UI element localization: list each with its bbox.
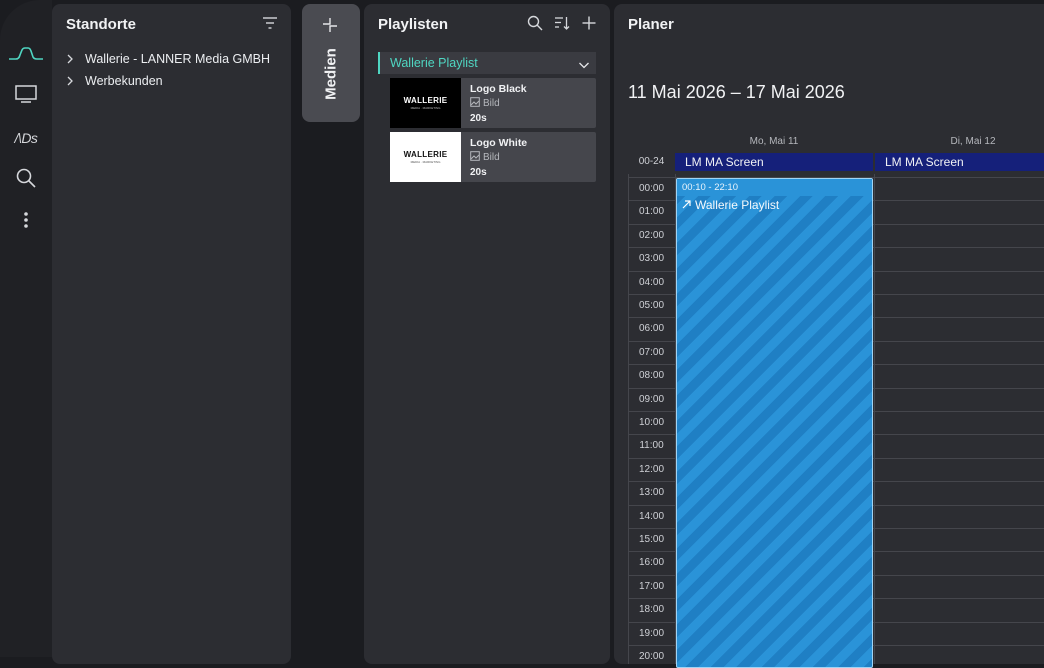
rail-item-more[interactable] bbox=[0, 208, 52, 236]
thumbnail-sub-text: MEDIA · MARKETING bbox=[410, 160, 441, 164]
playlist-name: Wallerie Playlist bbox=[390, 56, 478, 70]
hour-label: 03:00 bbox=[638, 253, 665, 265]
chevron-right-icon bbox=[66, 54, 80, 64]
event-title: Wallerie Playlist bbox=[695, 198, 780, 212]
tree-item-wallerie[interactable]: Wallerie - LANNER Media GMBH bbox=[66, 52, 270, 66]
chevron-down-icon[interactable] bbox=[578, 57, 590, 75]
filter-icon[interactable] bbox=[262, 16, 278, 35]
hour-label: 14:00 bbox=[638, 510, 665, 522]
hour-label: 08:00 bbox=[638, 370, 665, 382]
thumbnail-image: WALLERIE MEDIA · MARKETING bbox=[390, 78, 461, 128]
standorte-panel: Standorte Wallerie - LANNER Media GMBH W… bbox=[52, 4, 291, 664]
hour-label: 05:00 bbox=[638, 300, 665, 311]
playlisten-panel: Playlisten Wallerie Playlist WALLERIE ME… bbox=[364, 4, 610, 664]
search-icon bbox=[15, 167, 37, 194]
standorte-title: Standorte bbox=[66, 16, 137, 33]
schedule-event[interactable]: 00:10 - 22:10 Wallerie Playlist bbox=[676, 178, 873, 668]
thumbnail-image: WALLERIE MEDIA · MARKETING bbox=[390, 132, 461, 182]
hour-label: 07:00 bbox=[638, 346, 665, 358]
media-type: Bild bbox=[470, 151, 500, 164]
playlisten-title: Playlisten bbox=[378, 16, 449, 33]
image-icon bbox=[470, 97, 480, 110]
arrow-up-right-icon bbox=[682, 198, 691, 212]
rail-item-search[interactable] bbox=[0, 166, 52, 194]
media-duration: 20s bbox=[470, 113, 487, 124]
thumbnail-logo-text: WALLERIE bbox=[403, 96, 448, 105]
medien-panel-collapsed[interactable]: Medien bbox=[302, 4, 360, 122]
hour-label: 06:00 bbox=[638, 323, 665, 335]
image-icon bbox=[470, 151, 480, 164]
hour-label: 18:00 bbox=[638, 604, 665, 616]
hour-label: 10:00 bbox=[638, 417, 665, 428]
tree-item-label: Wallerie - LANNER Media GMBH bbox=[85, 52, 270, 66]
add-icon[interactable] bbox=[581, 15, 597, 36]
playlist-header[interactable]: Wallerie Playlist bbox=[378, 52, 596, 74]
media-duration: 20s bbox=[470, 167, 487, 178]
navigation-rail: /\Ds bbox=[0, 0, 52, 657]
more-vertical-icon bbox=[23, 211, 29, 234]
hour-label: 13:00 bbox=[638, 487, 665, 499]
media-name: Logo Black bbox=[470, 83, 527, 95]
media-type: Bild bbox=[470, 97, 500, 110]
rail-item-screens[interactable] bbox=[0, 82, 52, 110]
sort-icon[interactable] bbox=[554, 15, 570, 36]
hour-label: 19:00 bbox=[638, 627, 665, 639]
tree-item-werbekunden[interactable]: Werbekunden bbox=[66, 74, 163, 88]
medien-label: Medien bbox=[322, 48, 340, 100]
playlist-item-logo-black[interactable]: WALLERIE MEDIA · MARKETING Logo Black Bi… bbox=[390, 78, 596, 128]
hour-label: 17:00 bbox=[638, 580, 665, 592]
tree-item-label: Werbekunden bbox=[85, 74, 163, 88]
expand-icon[interactable] bbox=[321, 16, 339, 39]
thumbnail-logo-text: WALLERIE bbox=[403, 150, 448, 159]
media-type-label: Bild bbox=[483, 98, 500, 109]
hour-label: 12:00 bbox=[638, 463, 665, 475]
thumbnail-sub-text: MEDIA · MARKETING bbox=[410, 106, 441, 110]
rail-item-ads[interactable]: /\Ds bbox=[0, 124, 52, 152]
hour-label: 04:00 bbox=[638, 276, 665, 288]
search-icon[interactable] bbox=[527, 15, 543, 36]
hour-label: 01:00 bbox=[638, 206, 665, 218]
ads-logo-icon: /\Ds bbox=[14, 130, 38, 146]
media-name: Logo White bbox=[470, 137, 528, 149]
media-type-label: Bild bbox=[483, 152, 500, 163]
event-time: 00:10 - 22:10 bbox=[677, 179, 872, 196]
hour-label: 02:00 bbox=[638, 229, 665, 241]
monitor-icon bbox=[14, 84, 38, 109]
wave-icon bbox=[8, 46, 44, 66]
hour-label: 15:00 bbox=[638, 534, 665, 545]
planer-panel: Planer 11 Mai 2026 – 17 Mai 2026 Mo, Mai… bbox=[614, 4, 1044, 668]
chevron-right-icon bbox=[66, 76, 80, 86]
playlist-item-logo-white[interactable]: WALLERIE MEDIA · MARKETING Logo White Bi… bbox=[390, 132, 596, 182]
hour-label: 16:00 bbox=[638, 557, 665, 569]
hour-label: 11:00 bbox=[639, 440, 664, 452]
rail-item-signal[interactable] bbox=[0, 42, 52, 70]
hour-label: 09:00 bbox=[638, 393, 665, 405]
hour-label: 00:00 bbox=[638, 183, 665, 194]
